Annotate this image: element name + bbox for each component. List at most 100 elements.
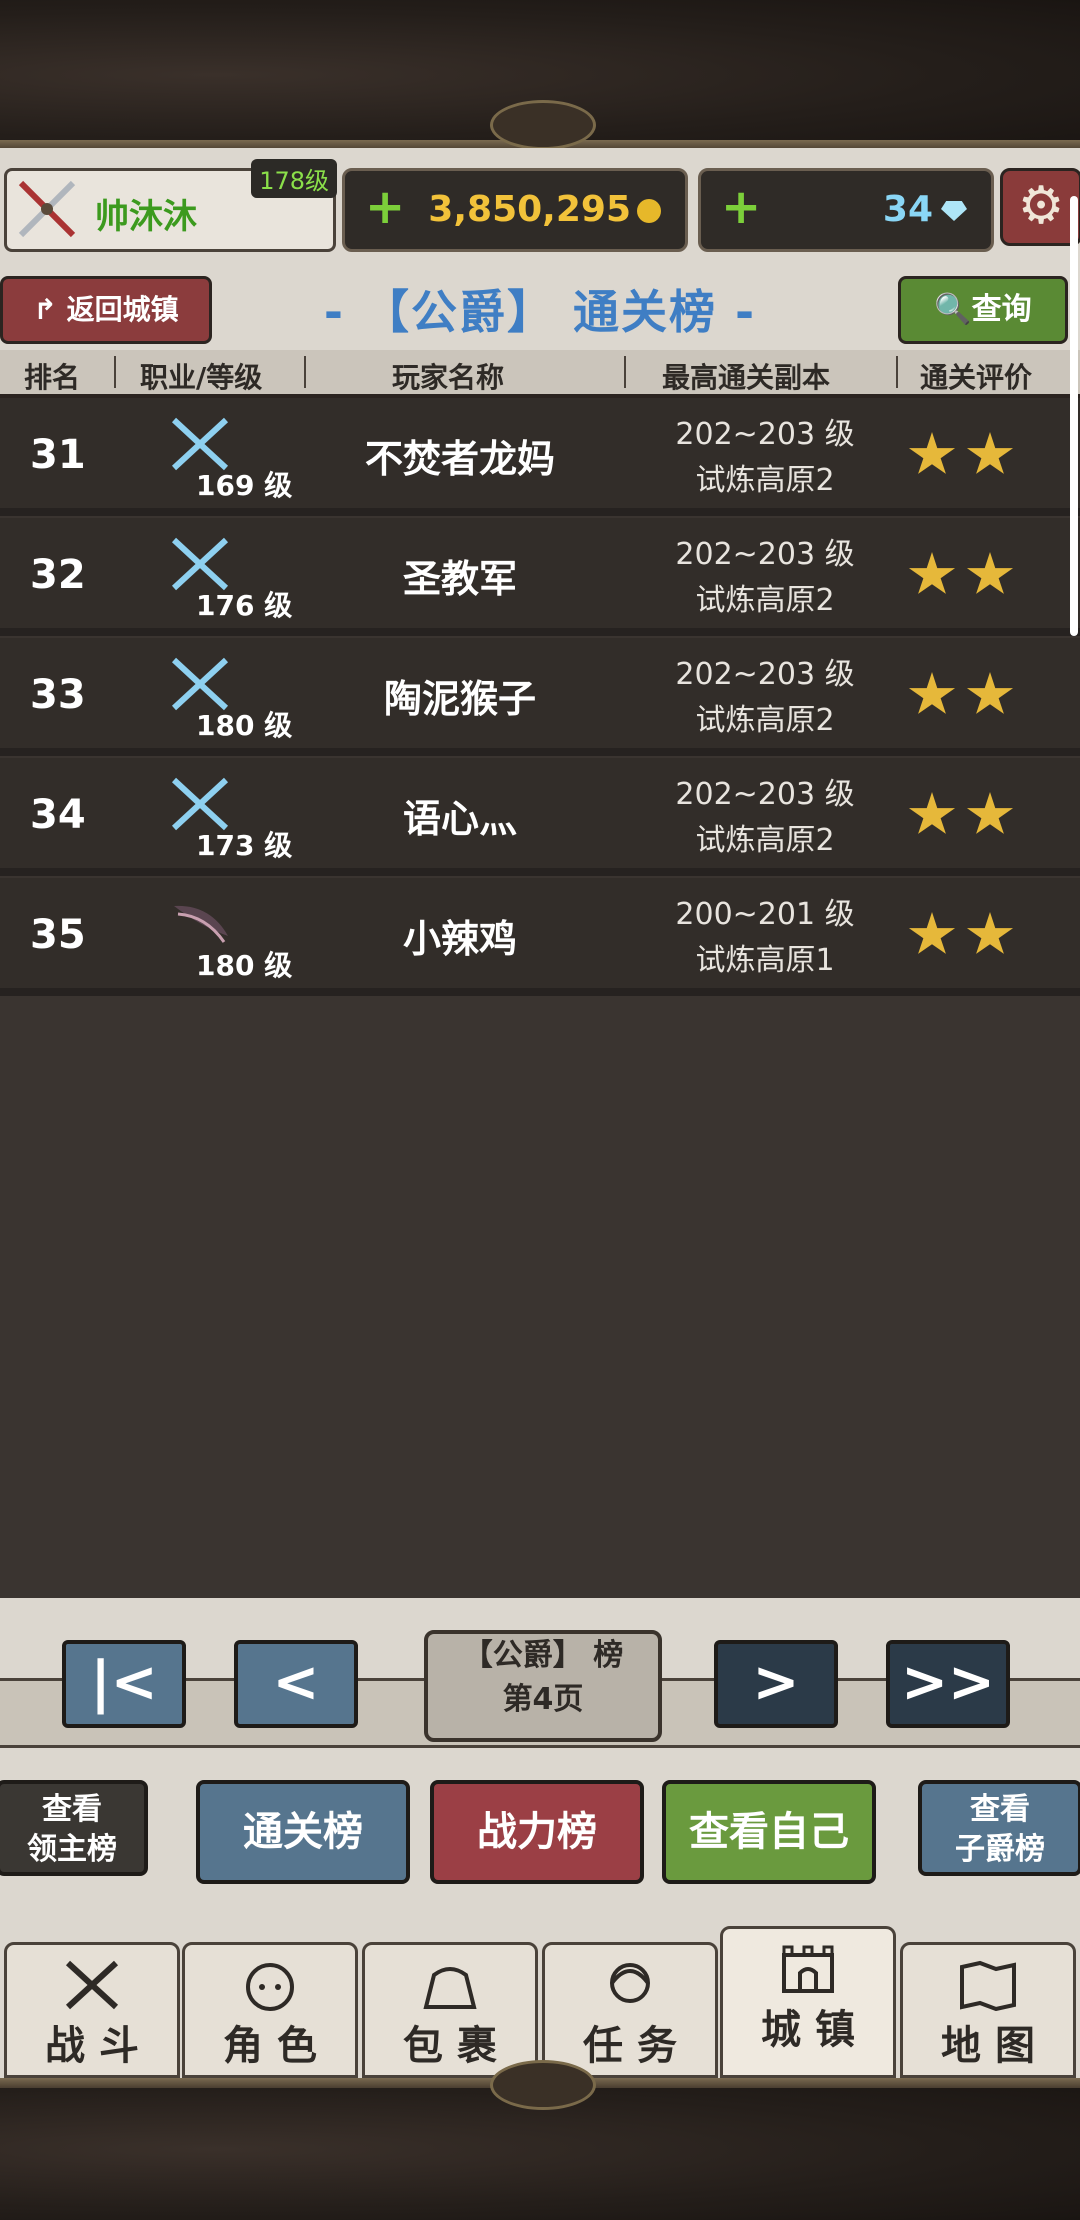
last-page-button[interactable]: >> <box>886 1640 1010 1728</box>
tab-battle[interactable]: 战 斗 <box>4 1942 180 2078</box>
map-icon <box>960 1960 1016 2011</box>
character-face-icon <box>246 1963 294 2011</box>
row-player-name: 小辣鸡 <box>402 917 517 961</box>
tab-bag[interactable]: 包 裹 <box>362 1942 538 2078</box>
table-row[interactable]: 34 173 级 语心灬 202~203 级试炼高原2 <box>0 758 1080 876</box>
row-stage-level: 200~201 级 <box>675 897 855 932</box>
viscount-line2: 子爵榜 <box>955 1832 1045 1867</box>
row-stage-level: 202~203 级 <box>675 417 855 452</box>
tab-label: 角 色 <box>223 2023 317 2069</box>
header-rank: 排名 <box>24 361 81 394</box>
table-row[interactable]: 31 169 级 不焚者龙妈 202~203 级试炼高原2 <box>0 398 1080 516</box>
title-bar: ↱ 返回城镇 - 【公爵】 通关榜 - 🔍查询 <box>0 268 1080 348</box>
board-buttons: 查看 领主榜 通关榜 战力榜 查看自己 查看 子爵榜 <box>0 1772 1080 1892</box>
star-icon <box>966 912 1014 954</box>
viscount-line1: 查看 <box>970 1792 1030 1827</box>
row-level: 169 级 <box>196 469 293 502</box>
table-row[interactable]: 33 180 级 陶泥猴子 202~203 级试炼高原2 <box>0 638 1080 756</box>
tab-label: 城 镇 <box>761 2007 855 2053</box>
first-page-button[interactable]: |< <box>62 1640 186 1728</box>
add-diamond-icon[interactable]: + <box>721 179 761 235</box>
row-stage-level: 202~203 级 <box>675 657 855 692</box>
page-title: - 【公爵】 通关榜 - <box>323 285 757 339</box>
query-label: 查询 <box>971 292 1032 327</box>
tab-map[interactable]: 地 图 <box>900 1942 1076 2078</box>
crossed-swords-icon <box>65 1960 119 2010</box>
query-button[interactable]: 🔍查询 <box>898 276 1068 344</box>
star-icon <box>908 432 956 474</box>
table-row[interactable]: 35 180 级 小辣鸡 200~201 级试炼高原1 <box>0 878 1080 996</box>
row-rating <box>908 792 1024 842</box>
lord-line2: 领主榜 <box>27 1832 117 1867</box>
header-rating: 通关评价 <box>920 361 1033 394</box>
clear-board-button[interactable]: 通关榜 <box>196 1780 410 1884</box>
scrollbar[interactable] <box>1070 196 1078 636</box>
prev-page-button[interactable]: < <box>234 1640 358 1728</box>
row-player-name: 语心灬 <box>402 797 517 841</box>
lord-line1: 查看 <box>42 1792 102 1827</box>
star-icon <box>908 792 956 834</box>
pagination: |< < 【公爵】 榜 第4页 > >> <box>0 1630 1080 1760</box>
diamond-counter[interactable]: + 34 <box>698 168 994 252</box>
header-divider <box>304 356 306 388</box>
star-icon <box>966 432 1014 474</box>
header-class-level: 职业/等级 <box>140 361 263 394</box>
row-level: 176 级 <box>196 589 293 622</box>
header-player-name: 玩家名称 <box>392 361 505 394</box>
table-header: 排名 职业/等级 玩家名称 最高通关副本 通关评价 <box>0 350 1080 398</box>
page-board-name: 【公爵】 榜 <box>462 1638 624 1673</box>
page-indicator: 【公爵】 榜 第4页 <box>424 1630 662 1742</box>
crossed-swords-icon <box>18 180 76 238</box>
settings-gear-icon[interactable]: ⚙ <box>1000 168 1080 246</box>
tab-town[interactable]: 城 镇 <box>720 1926 896 2078</box>
player-name: 帅沐沐 <box>95 197 197 237</box>
row-rating <box>908 552 1024 602</box>
star-icon <box>966 552 1014 594</box>
row-level: 173 级 <box>196 829 293 862</box>
diamond-value: 34 <box>882 189 933 230</box>
coin-icon <box>637 199 661 223</box>
castle-gate-icon <box>782 1945 834 1993</box>
row-rank: 35 <box>30 912 86 958</box>
power-board-button[interactable]: 战力榜 <box>430 1780 644 1884</box>
row-rank: 34 <box>30 792 86 838</box>
add-gold-icon[interactable]: + <box>365 179 405 235</box>
row-player-name: 陶泥猴子 <box>383 677 536 721</box>
header-divider <box>624 356 626 388</box>
back-label: 返回城镇 <box>66 293 179 326</box>
bottom-tab-bar: 战 斗 角 色 包 裹 任 务 城 镇 地 图 <box>0 1920 1080 2078</box>
row-rank: 32 <box>30 552 86 598</box>
row-rank: 33 <box>30 672 86 718</box>
player-level-badge: 178级 <box>251 159 337 198</box>
tab-label: 战 斗 <box>45 2023 139 2069</box>
tab-quest[interactable]: 任 务 <box>542 1942 718 2078</box>
row-player-name: 不焚者龙妈 <box>364 437 555 481</box>
star-icon <box>908 912 956 954</box>
row-stage-name: 试炼高原2 <box>695 463 835 498</box>
player-card[interactable]: 帅沐沐 178级 <box>4 159 337 252</box>
top-ornament <box>490 100 596 150</box>
ranking-list: 31 169 级 不焚者龙妈 202~203 级试炼高原2 32 176 级 圣… <box>0 398 1080 1598</box>
tab-character[interactable]: 角 色 <box>182 1942 358 2078</box>
star-icon <box>908 672 956 714</box>
gold-value: 3,850,295 <box>428 189 631 230</box>
page-number: 第4页 <box>502 1682 584 1717</box>
view-viscount-board-button[interactable]: 查看 子爵榜 <box>918 1780 1080 1876</box>
row-rank: 31 <box>30 432 86 478</box>
row-level: 180 级 <box>196 709 293 742</box>
row-stage-name: 试炼高原2 <box>695 703 835 738</box>
next-page-button[interactable]: > <box>714 1640 838 1728</box>
view-lord-board-button[interactable]: 查看 领主榜 <box>0 1780 148 1876</box>
table-row[interactable]: 32 176 级 圣教军 202~203 级试炼高原2 <box>0 518 1080 636</box>
status-bar: 帅沐沐 178级 + 3,850,295 + 34 ⚙ <box>0 158 1080 258</box>
gold-counter[interactable]: + 3,850,295 <box>342 168 688 252</box>
row-rating <box>908 432 1024 482</box>
tab-label: 任 务 <box>583 2023 677 2069</box>
view-self-button[interactable]: 查看自己 <box>662 1780 876 1884</box>
bottom-ornament <box>490 2060 596 2110</box>
star-icon <box>908 552 956 594</box>
header-best-stage: 最高通关副本 <box>662 361 831 394</box>
return-arrow-icon: ↱ <box>33 293 67 326</box>
magnifier-icon: 🔍 <box>934 292 972 327</box>
back-to-town-button[interactable]: ↱ 返回城镇 <box>0 276 212 344</box>
